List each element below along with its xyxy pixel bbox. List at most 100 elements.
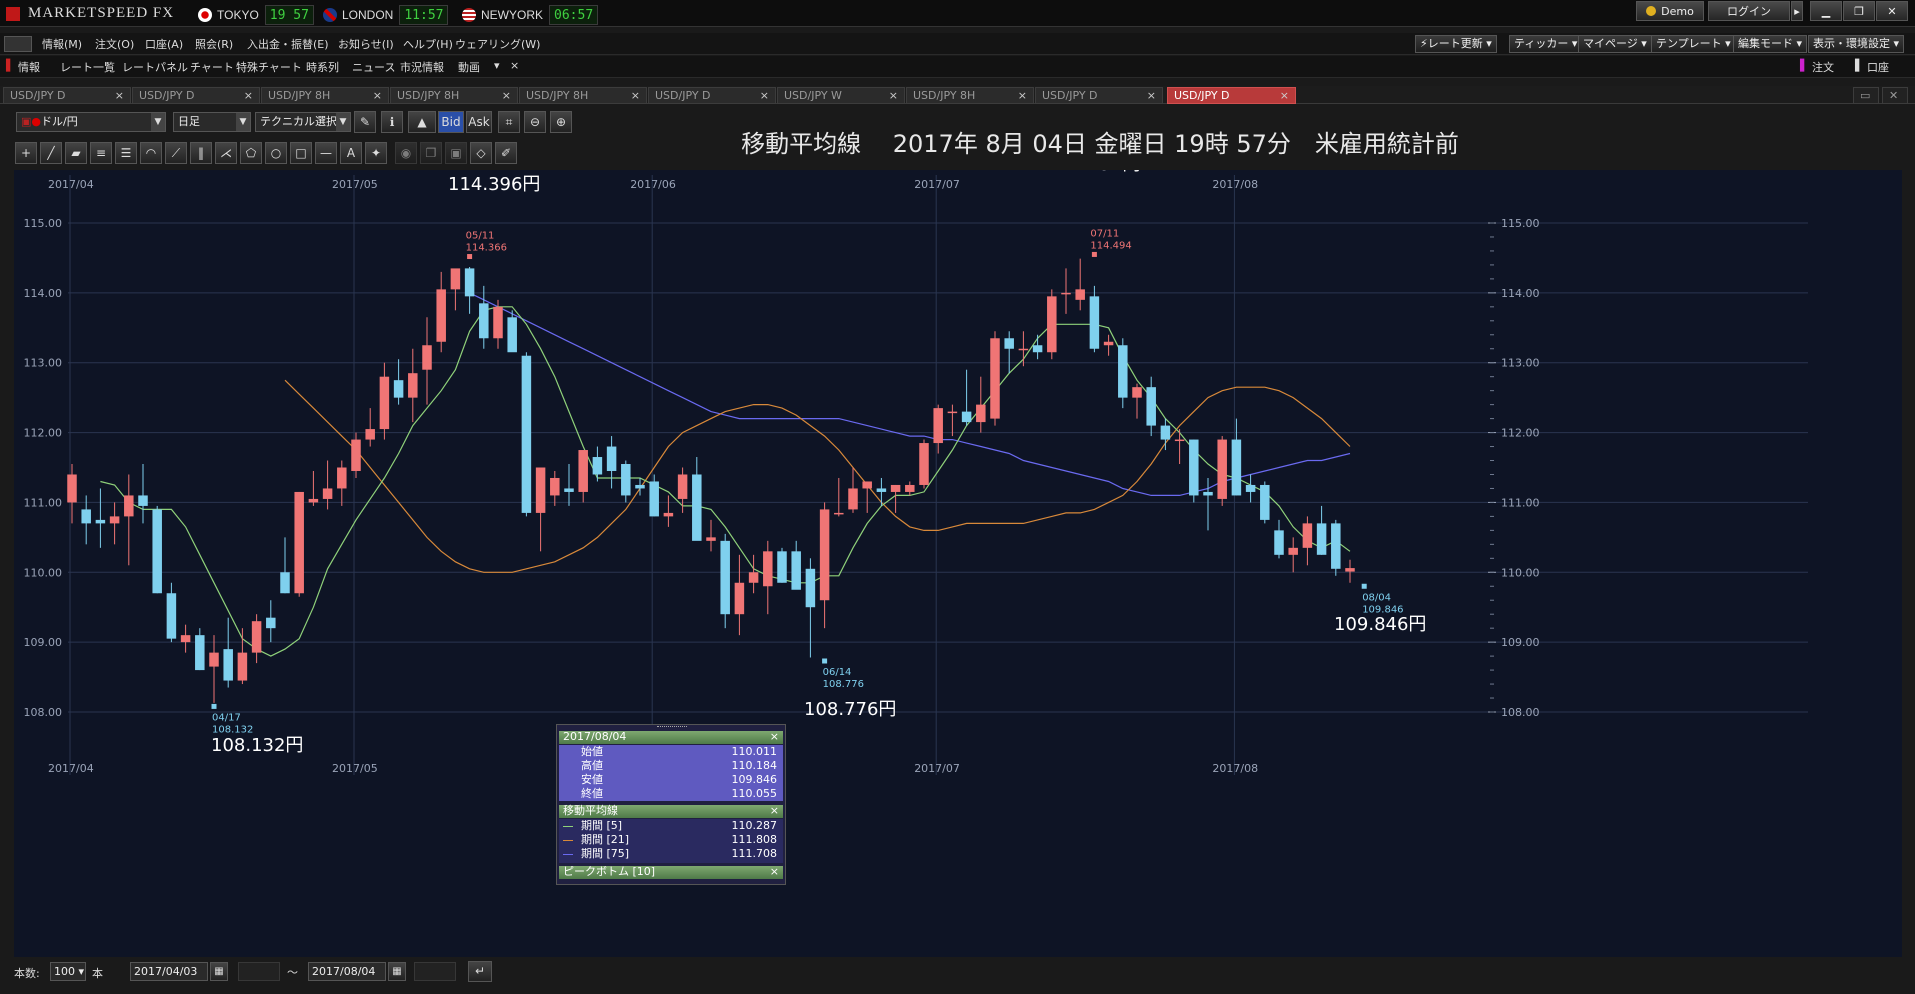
demo-label: Demo bbox=[1661, 4, 1694, 18]
chart-tab[interactable]: USD/JPY 8H × bbox=[390, 87, 518, 104]
tab-close-icon[interactable]: × bbox=[760, 88, 769, 103]
tab-close-icon[interactable]: × bbox=[1018, 88, 1027, 103]
quick-rate-list[interactable]: レート一覧 bbox=[60, 59, 115, 75]
close-button[interactable]: ✕ bbox=[1876, 1, 1908, 21]
candle-body bbox=[763, 551, 773, 587]
edit-mode-button[interactable]: 編集モード ▾ bbox=[1733, 35, 1808, 53]
candle-body bbox=[237, 652, 248, 681]
count-unit: 本 bbox=[92, 967, 103, 980]
tab-close-icon[interactable]: × bbox=[502, 88, 511, 103]
info-ma-title: 移動平均線 bbox=[563, 804, 618, 817]
candle-body bbox=[606, 446, 617, 471]
chart-tab[interactable]: USD/JPY 8H × bbox=[906, 87, 1034, 104]
peak-marker bbox=[467, 254, 473, 260]
quick-market-info[interactable]: 市況情報 bbox=[400, 59, 444, 75]
reset-icon[interactable]: ↵ bbox=[468, 961, 492, 982]
candle-body bbox=[1004, 338, 1014, 349]
tab-close-icon[interactable]: × bbox=[1147, 88, 1156, 103]
tab-close-icon[interactable]: × bbox=[631, 88, 640, 103]
candle-body bbox=[1075, 289, 1085, 300]
chart-tab[interactable]: USD/JPY W × bbox=[777, 87, 905, 104]
panel-grip[interactable] bbox=[657, 726, 687, 729]
menu-order[interactable]: 注文(O) bbox=[95, 36, 134, 52]
menu-account[interactable]: 口座(A) bbox=[145, 36, 183, 52]
calendar-icon[interactable]: ▦ bbox=[388, 962, 406, 981]
quick-timeseries[interactable]: 時系列 bbox=[306, 59, 339, 75]
tab-close-all-button[interactable]: ✕ bbox=[1882, 87, 1908, 104]
candle-body bbox=[1018, 348, 1029, 351]
quick-chart[interactable]: チャート bbox=[190, 59, 234, 75]
quick-rate-panel[interactable]: レートパネル bbox=[122, 59, 188, 75]
uk-flag-icon bbox=[323, 8, 337, 22]
login-arrow[interactable]: ▸ bbox=[1791, 1, 1803, 21]
price-callout: 108.132円 bbox=[211, 735, 303, 756]
start-date-input[interactable]: 2017/04/03 bbox=[130, 962, 208, 981]
minimize-button[interactable]: ▁ bbox=[1810, 1, 1842, 21]
candle-body bbox=[976, 404, 986, 423]
tab-close-icon[interactable]: × bbox=[889, 88, 898, 103]
x-tick-label-top: 2017/06 bbox=[630, 178, 676, 191]
mypage-button[interactable]: マイページ ▾ bbox=[1578, 35, 1652, 53]
close-icon[interactable]: × bbox=[770, 866, 779, 878]
count-select[interactable]: 100 ▾ bbox=[50, 962, 86, 981]
quick-order[interactable]: 注文 bbox=[1812, 59, 1834, 75]
price-callout: 114.396円 bbox=[448, 174, 540, 195]
y-tick-label-right: 110.00 bbox=[1501, 566, 1540, 579]
tab-label: USD/JPY 8H bbox=[526, 89, 589, 102]
tab-close-icon[interactable]: × bbox=[373, 88, 382, 103]
chart-svg[interactable]: 115.00 115.00 114.00 114.00 113.00 113.00 112.… bbox=[14, 154, 1902, 957]
chart-tab[interactable]: USD/JPY D × bbox=[3, 87, 131, 104]
menu-notice[interactable]: お知らせ(I) bbox=[338, 36, 394, 52]
tab-maximize-button[interactable]: ▭ bbox=[1853, 87, 1879, 104]
quick-news[interactable]: ニュース bbox=[352, 59, 395, 75]
city-tokyo: TOKYO 19 57 bbox=[198, 5, 314, 25]
start-time-input[interactable] bbox=[238, 962, 280, 981]
us-flag-icon bbox=[462, 8, 476, 22]
tab-close-icon[interactable]: × bbox=[1280, 88, 1289, 103]
tab-close-icon[interactable]: × bbox=[244, 88, 253, 103]
quick-dropdown-icon[interactable]: ▾ bbox=[494, 59, 500, 72]
tab-close-icon[interactable]: × bbox=[115, 88, 124, 103]
rate-update-button[interactable]: ⚡レート更新 ▾ bbox=[1415, 35, 1497, 53]
count-value: 100 bbox=[54, 965, 75, 978]
end-time-input[interactable] bbox=[414, 962, 456, 981]
ticker-button[interactable]: ティッカー ▾ bbox=[1509, 35, 1583, 53]
quick-account[interactable]: 口座 bbox=[1867, 59, 1889, 75]
close-icon[interactable]: × bbox=[770, 731, 779, 743]
info-open-label: 始値 bbox=[581, 745, 603, 758]
close-icon[interactable]: × bbox=[770, 805, 779, 817]
maximize-button[interactable]: ❐ bbox=[1843, 1, 1875, 21]
x-tick-label-top: 2017/07 bbox=[914, 178, 960, 191]
menu-inquiry[interactable]: 照会(R) bbox=[195, 36, 233, 52]
y-tick-label: 112.00 bbox=[24, 427, 63, 440]
menu-help[interactable]: ヘルプ(H) bbox=[403, 36, 453, 52]
end-date-input[interactable]: 2017/08/04 bbox=[308, 962, 386, 981]
login-button[interactable]: ログイン bbox=[1708, 1, 1790, 21]
candle-body bbox=[507, 317, 517, 353]
info-panel[interactable]: 2017/08/04 × 始値 110.011 高値 110.184 安値 109.84… bbox=[556, 724, 786, 885]
chart-tab[interactable]: USD/JPY 8H × bbox=[261, 87, 389, 104]
calendar-icon[interactable]: ▦ bbox=[210, 962, 228, 981]
chart-tab[interactable]: USD/JPY D × bbox=[132, 87, 260, 104]
candlestick-chart[interactable]: 115.00 115.00 114.00 114.00 113.00 113.00 112.… bbox=[14, 154, 1902, 957]
chart-tab[interactable]: USD/JPY D × bbox=[1035, 87, 1163, 104]
chart-tab[interactable]: USD/JPY D × bbox=[648, 87, 776, 104]
template-label: テンプレート bbox=[1656, 37, 1722, 50]
menu-info[interactable]: 情報(M) bbox=[42, 36, 82, 52]
tab-label: USD/JPY W bbox=[784, 89, 842, 102]
tab-label: USD/JPY D bbox=[655, 89, 711, 102]
chart-tab[interactable]: USD/JPY 8H × bbox=[519, 87, 647, 104]
tab-label: USD/JPY 8H bbox=[913, 89, 976, 102]
quick-info[interactable]: 情報 bbox=[18, 59, 40, 75]
template-button[interactable]: テンプレート ▾ bbox=[1651, 35, 1736, 53]
quick-close-icon[interactable]: × bbox=[510, 59, 519, 72]
quick-special-chart[interactable]: 特殊チャート bbox=[236, 59, 302, 75]
chart-tab-active[interactable]: USD/JPY D × bbox=[1167, 87, 1296, 104]
display-settings-button[interactable]: 表示・環境設定 ▾ bbox=[1808, 35, 1905, 53]
quick-video[interactable]: 動画 bbox=[458, 59, 480, 75]
title-bar: MARKETSPEED FX TOKYO 19 57 LONDON 11:57 … bbox=[0, 0, 1915, 27]
demo-button[interactable]: Demo bbox=[1636, 1, 1704, 21]
hamburger-menu-icon[interactable] bbox=[4, 36, 32, 52]
menu-wearing[interactable]: ウェアリング(W) bbox=[455, 36, 540, 52]
menu-deposit[interactable]: 入出金・振替(E) bbox=[247, 36, 329, 52]
